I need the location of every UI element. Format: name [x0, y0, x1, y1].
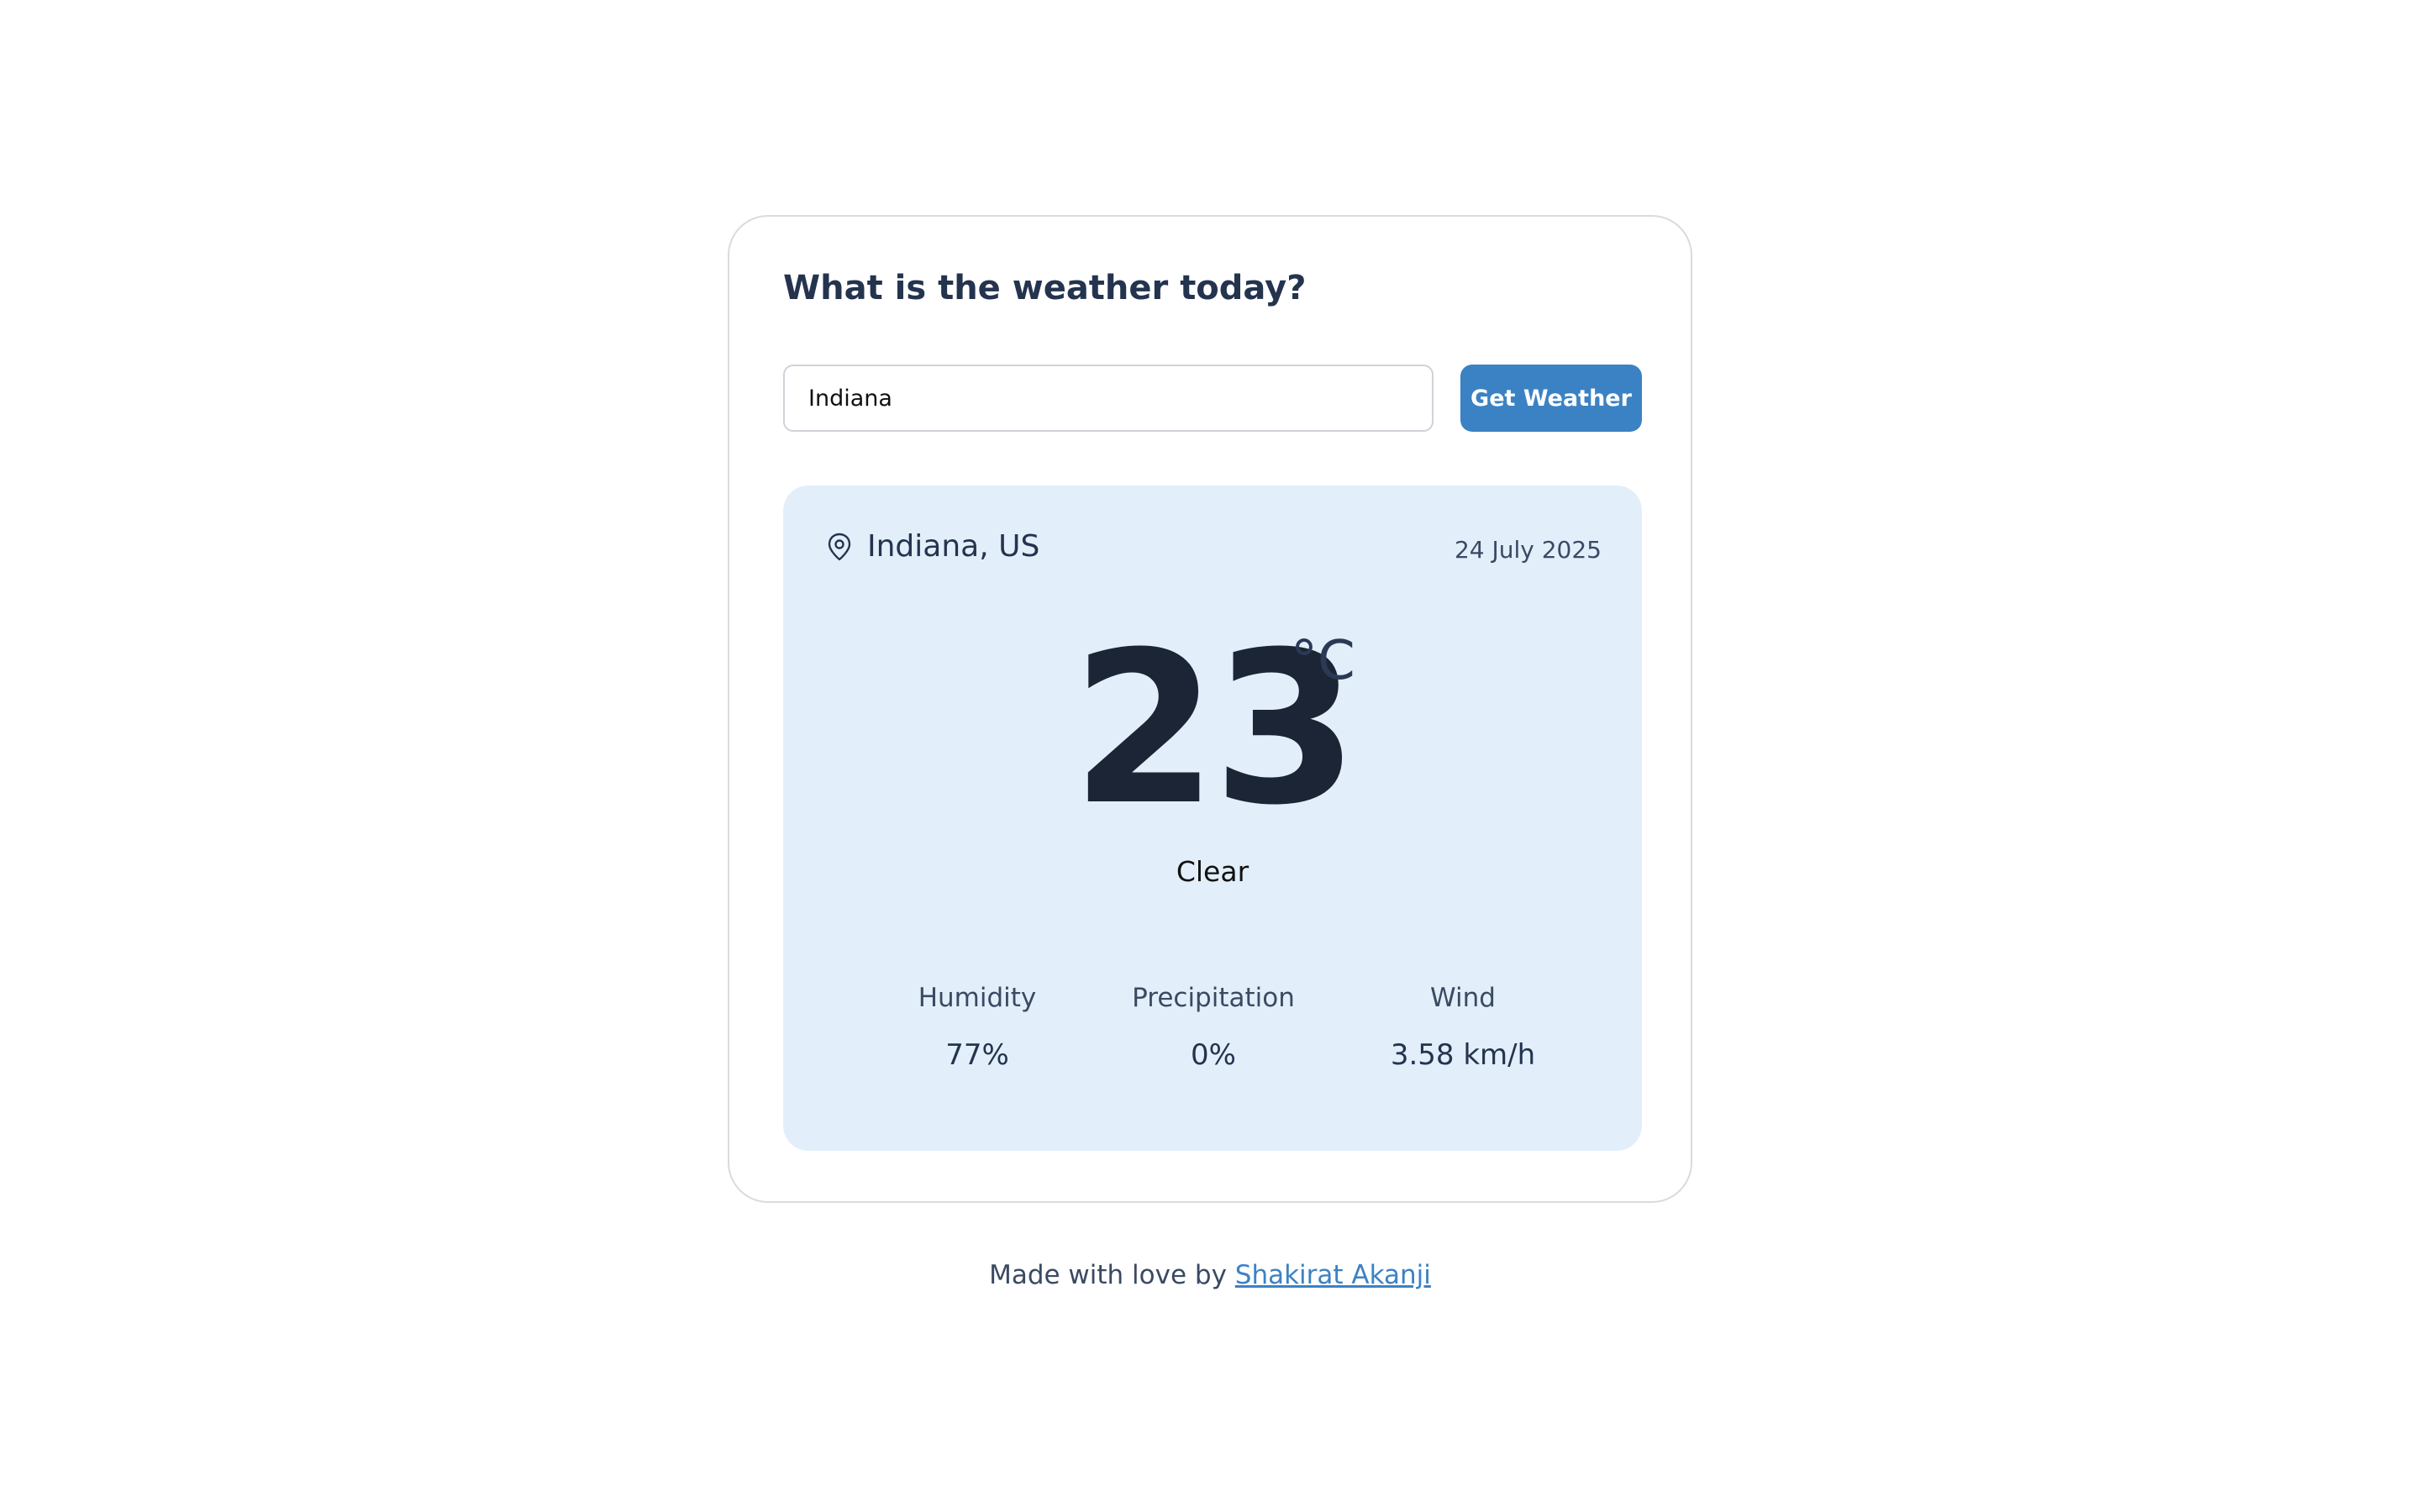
precipitation-label: Precipitation	[1132, 983, 1295, 1013]
temperature-value: 23	[1071, 606, 1359, 851]
temperature-display: 23 °C	[783, 606, 1642, 851]
weather-condition: Clear	[1176, 855, 1249, 888]
get-weather-button[interactable]: Get Weather	[1460, 365, 1642, 432]
weather-result-panel: Indiana, US 24 July 2025 23 °C Clear Hum…	[783, 486, 1642, 1151]
footer-text: Made with love by	[989, 1260, 1235, 1290]
weather-card: What is the weather today? Get Weather I…	[728, 215, 1692, 1203]
author-link[interactable]: Shakirat Akanji	[1235, 1260, 1431, 1290]
wind-value: 3.58 km/h	[1390, 1038, 1536, 1072]
location-pin-icon	[827, 533, 852, 561]
city-search-input[interactable]	[783, 365, 1434, 432]
precipitation-value: 0%	[1191, 1038, 1236, 1072]
wind-label: Wind	[1430, 983, 1496, 1013]
humidity-value: 77%	[945, 1038, 1009, 1072]
precipitation-stat: Precipitation 0%	[1087, 981, 1339, 1074]
page-title: What is the weather today?	[783, 269, 1307, 307]
humidity-stat: Humidity 77%	[851, 981, 1103, 1074]
wind-stat: Wind 3.58 km/h	[1337, 981, 1589, 1074]
humidity-label: Humidity	[918, 983, 1037, 1013]
footer: Made with love by Shakirat Akanji	[0, 1260, 2420, 1290]
weather-date: 24 July 2025	[1454, 536, 1602, 564]
location-name: Indiana, US	[867, 529, 1040, 564]
page: What is the weather today? Get Weather I…	[0, 0, 2420, 1512]
location: Indiana, US	[827, 529, 1039, 564]
temperature-unit: °C	[1291, 630, 1355, 692]
weather-stats: Humidity 77% Precipitation 0% Wind 3.58 …	[783, 981, 1642, 1074]
